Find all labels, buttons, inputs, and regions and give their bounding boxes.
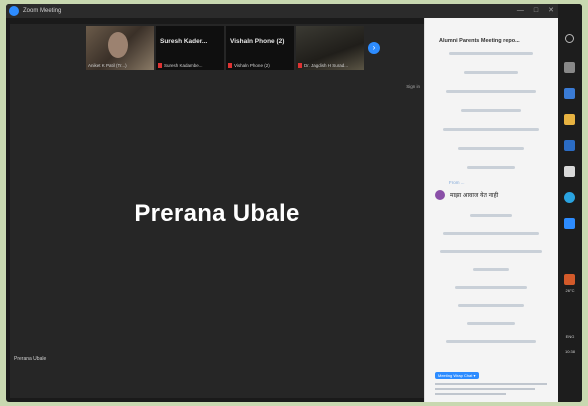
zoom-logo-icon — [9, 6, 19, 16]
participant-thumbnail[interactable]: Suresh Kader... Suresh Kadambe... — [156, 26, 224, 70]
chat-input[interactable] — [435, 383, 553, 398]
chat-messages-blurred — [431, 214, 551, 358]
participant-thumbnail[interactable]: Vishaln Phone (2) Vishaln Phone (2) — [226, 26, 294, 70]
zoom-taskbar-icon[interactable] — [564, 218, 575, 229]
clock[interactable]: 10:38 — [560, 349, 580, 354]
weather-icon[interactable] — [564, 274, 575, 285]
app-icon[interactable] — [564, 166, 575, 177]
task-view-icon[interactable] — [564, 62, 575, 73]
speaker-corner-label: Prerana Ubale — [14, 356, 47, 362]
search-icon[interactable] — [565, 34, 574, 43]
app-icon[interactable] — [564, 88, 575, 99]
edge-icon[interactable] — [564, 192, 575, 203]
photo-frame: Zoom Meeting — □ ✕ Aniket K Patil (Tr...… — [6, 4, 582, 402]
close-icon[interactable]: ✕ — [548, 6, 554, 15]
avatar — [435, 190, 445, 200]
participant-face — [108, 32, 128, 58]
language-indicator[interactable]: ENG — [560, 334, 580, 339]
chat-message-text: माझा आवाज येत नाही — [450, 193, 499, 199]
folder-icon[interactable] — [564, 114, 575, 125]
participant-thumbnail[interactable]: Dr. Jagdish H Surad... — [296, 26, 364, 70]
chat-messages-blurred — [431, 52, 551, 185]
participant-display-name: Vishaln Phone (2) — [230, 38, 285, 45]
participant-name: Dr. Jagdish H Surad... — [304, 63, 349, 68]
chat-panel: Alumni Parents Meeting repo... From ... … — [424, 18, 558, 402]
participant-thumbnails: Aniket K Patil (Tr...) Suresh Kader... S… — [86, 26, 364, 70]
participant-name: Suresh Kadambe... — [164, 63, 203, 68]
participant-thumbnail[interactable]: Aniket K Patil (Tr...) — [86, 26, 154, 70]
window-controls: — □ ✕ — [517, 6, 554, 15]
mic-muted-icon — [298, 63, 302, 68]
windows-taskbar: 26°C ENG 10:38 — [558, 4, 582, 402]
minimize-icon[interactable]: — — [517, 6, 524, 15]
window-titlebar: Zoom Meeting — □ ✕ — [6, 4, 558, 18]
participant-display-name: Suresh Kader... — [160, 38, 208, 45]
store-icon[interactable] — [564, 140, 575, 151]
maximize-icon[interactable]: □ — [534, 6, 538, 15]
chat-title: Alumni Parents Meeting repo... — [439, 38, 520, 44]
window-title: Zoom Meeting — [23, 8, 62, 14]
sign-in-link[interactable]: Sign in — [406, 84, 420, 89]
chat-message: माझा आवाज येत नाही — [435, 190, 498, 200]
temperature: 26°C — [565, 288, 575, 293]
next-page-arrow-icon[interactable]: › — [368, 42, 380, 54]
participant-name: Vishaln Phone (2) — [234, 63, 270, 68]
mic-muted-icon — [158, 63, 162, 68]
participant-name: Aniket K Patil (Tr...) — [88, 63, 127, 68]
active-speaker-name: Prerana Ubale — [134, 200, 300, 227]
mic-muted-icon — [228, 63, 232, 68]
chat-sender: From ... — [449, 180, 465, 185]
chat-recipient-button[interactable]: Meeting Wrap Chat ▾ — [435, 372, 479, 379]
meeting-video-area: Aniket K Patil (Tr...) Suresh Kader... S… — [10, 24, 424, 398]
